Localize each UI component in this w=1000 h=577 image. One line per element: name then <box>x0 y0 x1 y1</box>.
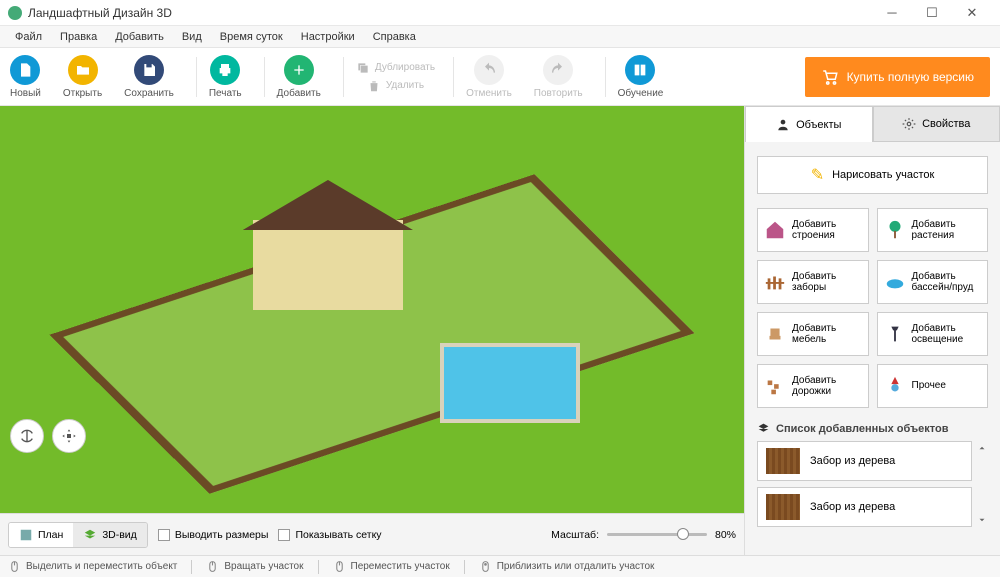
chevron-down-icon <box>977 515 987 525</box>
chevron-up-icon <box>977 443 987 453</box>
app-logo-icon <box>8 6 22 20</box>
right-panel: Объекты Свойства ✎ Нарисовать участок До… <box>744 106 1000 555</box>
mouse-scroll-icon <box>479 560 492 573</box>
add-plants-button[interactable]: Добавить растения <box>877 208 989 252</box>
window-title: Ландшафтный Дизайн 3D <box>28 6 872 20</box>
menu-file[interactable]: Файл <box>6 28 51 46</box>
redo-icon <box>543 55 573 85</box>
add-pool-button[interactable]: Добавить бассейн/пруд <box>877 260 989 304</box>
tree-icon <box>884 219 906 241</box>
scale-slider[interactable] <box>607 533 707 536</box>
add-fences-button[interactable]: Добавить заборы <box>757 260 869 304</box>
statusbar: Выделить и переместить объект Вращать уч… <box>0 555 1000 577</box>
view-controls-bar: План 3D-вид Выводить размеры Показывать … <box>0 513 744 555</box>
hint-rotate: Вращать участок <box>206 560 303 573</box>
book-icon <box>625 55 655 85</box>
add-button[interactable]: Добавить <box>277 55 321 99</box>
tab-properties[interactable]: Свойства <box>873 106 1000 142</box>
hint-select: Выделить и переместить объект <box>8 560 177 573</box>
cart-icon <box>821 68 839 86</box>
list-item[interactable]: Забор из дерева <box>757 487 972 527</box>
mouse-icon <box>206 560 219 573</box>
delete-button[interactable]: Удалить <box>356 79 435 93</box>
menu-add[interactable]: Добавить <box>106 28 173 46</box>
titlebar: Ландшафтный Дизайн 3D ─ ☐ ✕ <box>0 0 1000 26</box>
menu-settings[interactable]: Настройки <box>292 28 364 46</box>
folder-icon <box>68 55 98 85</box>
menubar: Файл Правка Добавить Вид Время суток Нас… <box>0 26 1000 48</box>
gear-icon <box>902 117 916 131</box>
plus-icon <box>284 55 314 85</box>
object-list: Забор из дерева Забор из дерева <box>757 441 972 527</box>
add-furniture-button[interactable]: Добавить мебель <box>757 312 869 356</box>
plan-view-button[interactable]: План <box>9 523 73 547</box>
add-lighting-button[interactable]: Добавить освещение <box>877 312 989 356</box>
show-dimensions-checkbox[interactable]: Выводить размеры <box>158 529 269 541</box>
menu-timeofday[interactable]: Время суток <box>211 28 292 46</box>
orbit-button[interactable] <box>10 419 44 453</box>
file-icon <box>10 55 40 85</box>
mouse-icon <box>8 560 21 573</box>
pool-icon <box>884 271 906 293</box>
viewport: План 3D-вид Выводить размеры Показывать … <box>0 106 744 555</box>
save-button[interactable]: Сохранить <box>124 55 174 99</box>
fence-icon <box>764 271 786 293</box>
close-button[interactable]: ✕ <box>952 1 992 25</box>
menu-help[interactable]: Справка <box>364 28 425 46</box>
tab-objects[interactable]: Объекты <box>745 106 873 142</box>
fence-thumbnail-icon <box>766 448 800 474</box>
3d-canvas[interactable] <box>0 106 744 513</box>
menu-view[interactable]: Вид <box>173 28 211 46</box>
scale-label: Масштаб: <box>551 529 599 541</box>
gnome-icon <box>884 375 906 397</box>
pencil-icon: ✎ <box>811 165 824 185</box>
tutorial-button[interactable]: Обучение <box>618 55 664 99</box>
buy-button[interactable]: Купить полную версию <box>805 57 990 97</box>
lamp-icon <box>884 323 906 345</box>
draw-plot-button[interactable]: ✎ Нарисовать участок <box>757 156 988 194</box>
mouse-icon <box>333 560 346 573</box>
list-item[interactable]: Забор из дерева <box>757 441 972 481</box>
layers-icon <box>757 422 770 435</box>
undo-button[interactable]: Отменить <box>466 55 512 99</box>
house-icon <box>764 219 786 241</box>
object-list-header: Список добавленных объектов <box>757 422 988 435</box>
hint-zoom: Приблизить или отдалить участок <box>479 560 655 573</box>
add-buildings-button[interactable]: Добавить строения <box>757 208 869 252</box>
open-button[interactable]: Открыть <box>63 55 102 99</box>
maximize-button[interactable]: ☐ <box>912 1 952 25</box>
add-other-button[interactable]: Прочее <box>877 364 989 408</box>
toolbar: Новый Открыть Сохранить Печать Добавить … <box>0 48 1000 106</box>
duplicate-button[interactable]: Дублировать <box>356 61 435 75</box>
objects-icon <box>776 118 790 132</box>
undo-icon <box>474 55 504 85</box>
print-button[interactable]: Печать <box>209 55 242 99</box>
add-paths-button[interactable]: Добавить дорожки <box>757 364 869 408</box>
view-mode-toggle: План 3D-вид <box>8 522 148 548</box>
new-button[interactable]: Новый <box>10 55 41 99</box>
redo-button[interactable]: Повторить <box>534 55 583 99</box>
show-grid-checkbox[interactable]: Показывать сетку <box>278 529 381 541</box>
chair-icon <box>764 323 786 345</box>
pan-button[interactable] <box>52 419 86 453</box>
fence-thumbnail-icon <box>766 494 800 520</box>
path-icon <box>764 375 786 397</box>
scale-value: 80% <box>715 529 736 541</box>
list-scrollbar[interactable] <box>976 441 988 527</box>
menu-edit[interactable]: Правка <box>51 28 106 46</box>
minimize-button[interactable]: ─ <box>872 1 912 25</box>
3d-view-button[interactable]: 3D-вид <box>73 523 147 547</box>
print-icon <box>210 55 240 85</box>
save-icon <box>134 55 164 85</box>
hint-move: Переместить участок <box>333 560 450 573</box>
